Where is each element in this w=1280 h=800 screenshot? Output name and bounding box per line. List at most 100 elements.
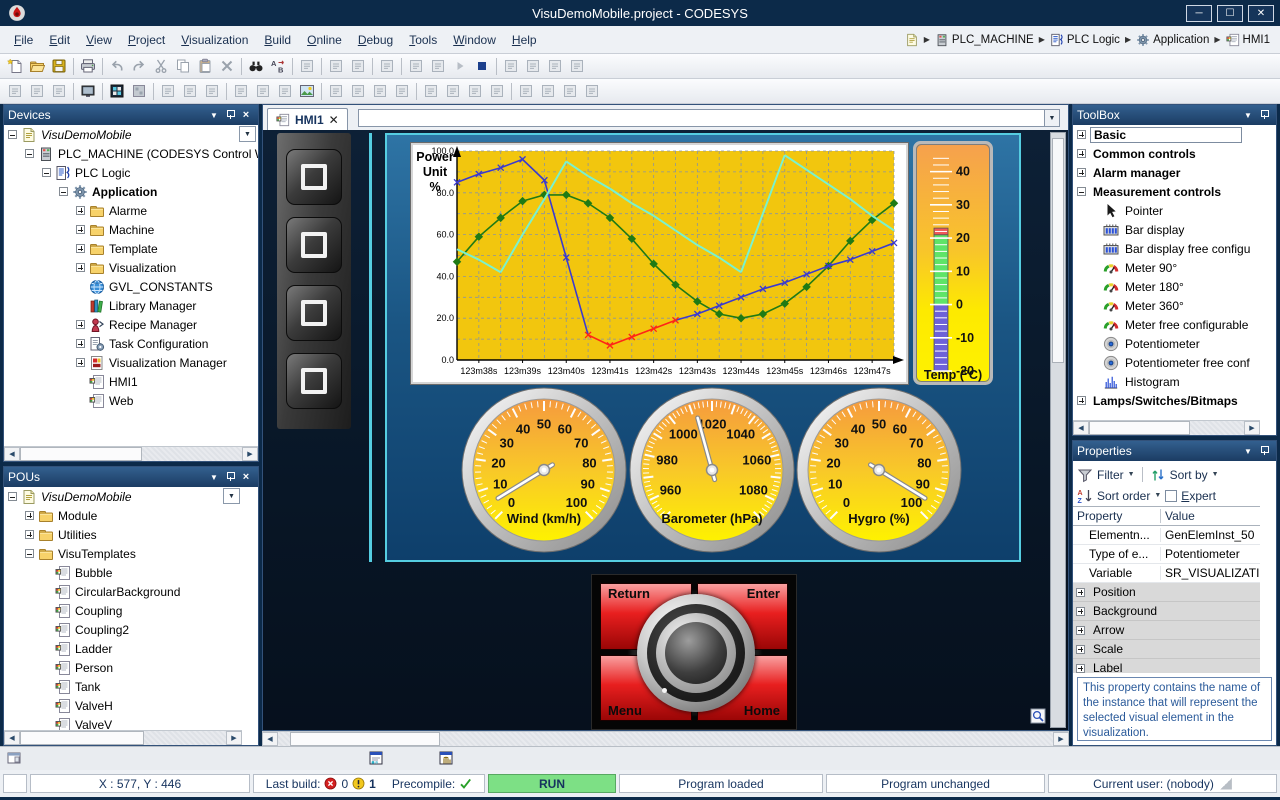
combo-dropdown-icon[interactable]: ▼: [1044, 110, 1059, 126]
phone-side-button-4[interactable]: [286, 353, 342, 409]
indent-right-icon[interactable]: [544, 56, 566, 77]
tree-item-valveh[interactable]: ValveH: [4, 696, 242, 715]
properties-column-headers[interactable]: Property Value: [1073, 506, 1260, 526]
menu-item-build[interactable]: Build: [256, 31, 299, 49]
align-top-icon[interactable]: [230, 81, 252, 102]
expand-icon[interactable]: [76, 244, 85, 253]
indent-icon[interactable]: [500, 56, 522, 77]
align-right-icon[interactable]: [201, 81, 223, 102]
devices-pin-icon[interactable]: [222, 108, 238, 122]
menu-item-help[interactable]: Help: [504, 31, 545, 49]
tree-item-web[interactable]: Web: [4, 391, 258, 410]
open-icon[interactable]: [26, 56, 48, 77]
size-w-icon[interactable]: [420, 81, 442, 102]
size-both-icon[interactable]: [464, 81, 486, 102]
screen-icon[interactable]: [77, 81, 99, 102]
menu-item-file[interactable]: File: [6, 31, 41, 49]
property-row-variable[interactable]: VariableSR_VISUALIZATI...: [1073, 564, 1260, 583]
menu-item-project[interactable]: Project: [120, 31, 173, 49]
value-column-header[interactable]: Value: [1161, 509, 1260, 523]
toolbox-dropdown-icon[interactable]: ▼: [1240, 108, 1256, 122]
menu-item-debug[interactable]: Debug: [350, 31, 401, 49]
new-file-icon[interactable]: [4, 56, 26, 77]
logout-icon[interactable]: [427, 56, 449, 77]
toolbox-item-pointer[interactable]: Pointer: [1073, 201, 1260, 220]
expand-icon[interactable]: [1076, 607, 1085, 616]
expand-icon[interactable]: [1076, 588, 1085, 597]
property-value[interactable]: GenElemInst_50: [1161, 528, 1260, 542]
expand-icon[interactable]: [76, 206, 85, 215]
visu-dialog-icon[interactable]: [368, 750, 384, 766]
visu-hand-icon[interactable]: [438, 750, 454, 766]
properties-pin-icon[interactable]: [1256, 444, 1272, 458]
toolbox-pin-icon[interactable]: [1256, 108, 1272, 122]
outdent-icon[interactable]: [522, 56, 544, 77]
wind-gauge[interactable]: 0102030405060708090100Wind (km/h): [459, 387, 629, 557]
zoom-icon[interactable]: [26, 81, 48, 102]
size-x-icon[interactable]: [486, 81, 508, 102]
hygro-gauge[interactable]: 0102030405060708090100Hygro (%): [794, 387, 964, 557]
toolbox-item-meter-180-[interactable]: Meter 180°: [1073, 277, 1260, 296]
tree-item-utilities[interactable]: Utilities: [4, 525, 242, 544]
breadcrumb-item[interactable]: [905, 33, 919, 47]
tree-item-ladder[interactable]: Ladder: [4, 639, 242, 658]
expand-icon[interactable]: [1077, 168, 1086, 177]
replace-icon[interactable]: AB: [267, 56, 289, 77]
expand-icon[interactable]: [1077, 130, 1086, 139]
breadcrumb-item[interactable]: PLC_MACHINE: [935, 33, 1034, 47]
tree-item-bubble[interactable]: Bubble: [4, 563, 242, 582]
phone-side-button-1[interactable]: [286, 149, 342, 205]
expand-icon[interactable]: [76, 339, 85, 348]
menu-item-visualization[interactable]: Visualization: [173, 31, 256, 49]
align-middle-icon[interactable]: [252, 81, 274, 102]
temperature-bar-display[interactable]: 403020100-10-20Temp (°C): [913, 141, 993, 385]
menu-item-tools[interactable]: Tools: [401, 31, 445, 49]
toolbox-group-lamps-switches-bitmaps[interactable]: Lamps/Switches/Bitmaps: [1073, 391, 1260, 410]
menu-item-edit[interactable]: Edit: [41, 31, 78, 49]
collapse-icon[interactable]: [8, 130, 17, 139]
property-row-type-of-e[interactable]: Type of e...Potentiometer: [1073, 545, 1260, 564]
background-icon[interactable]: [581, 81, 603, 102]
expand-icon[interactable]: [76, 263, 85, 272]
collapse-icon[interactable]: [42, 168, 51, 177]
find-icon[interactable]: [245, 56, 267, 77]
properties-dropdown-icon[interactable]: ▼: [1240, 444, 1256, 458]
toolbox-item-meter-90-[interactable]: Meter 90°: [1073, 258, 1260, 277]
devices-hscrollbar[interactable]: ◀ ▶: [4, 446, 258, 461]
property-row-elementn[interactable]: Elementn...GenElemInst_50: [1073, 526, 1260, 545]
space-h-icon[interactable]: [325, 81, 347, 102]
table-icon[interactable]: [48, 81, 70, 102]
trend-chart[interactable]: 0.020.040.060.080.0100.0123m38s123m39s12…: [411, 143, 908, 384]
space-v2-icon[interactable]: [391, 81, 413, 102]
canvas-hscrollbar[interactable]: ◀ ▶: [262, 731, 1069, 746]
tree-dropdown-icon[interactable]: ▼: [223, 488, 240, 504]
close-button[interactable]: ✕: [1248, 5, 1274, 22]
space-v-icon[interactable]: [369, 81, 391, 102]
toolbox-item-bar-display[interactable]: Bar display: [1073, 220, 1260, 239]
toolbox-item-potentiometer-free-conf[interactable]: Potentiometer free conf: [1073, 353, 1260, 372]
pous-dropdown-icon[interactable]: ▼: [206, 470, 222, 484]
tree-item-valvev[interactable]: ValveV: [4, 715, 242, 730]
property-row-label[interactable]: Label: [1073, 659, 1260, 673]
pous-pin-icon[interactable]: [222, 470, 238, 484]
group-icon[interactable]: [515, 81, 537, 102]
module2-icon[interactable]: [128, 81, 150, 102]
tree-item-task-configuration[interactable]: Task Configuration: [4, 334, 258, 353]
tree-item-plc-machine-codesys-control-win[interactable]: PLC_MACHINE (CODESYS Control Win: [4, 144, 258, 163]
expand-icon[interactable]: [1076, 664, 1085, 673]
docked-window-icon[interactable]: [6, 750, 22, 766]
barometer-gauge[interactable]: 96098010001020104010601080Barometer (hPa…: [627, 387, 797, 557]
collapse-icon[interactable]: [25, 549, 34, 558]
visualization-dialog-combo[interactable]: ▼: [358, 109, 1060, 127]
align-left-icon[interactable]: [157, 81, 179, 102]
expand-icon[interactable]: [1077, 149, 1086, 158]
ungroup-icon[interactable]: [537, 81, 559, 102]
paste-special-icon[interactable]: [296, 56, 318, 77]
knob-control[interactable]: ReturnEnterMenuHome: [591, 574, 797, 730]
tree-item-coupling[interactable]: Coupling: [4, 601, 242, 620]
toolbox-item-bar-display-free-configu[interactable]: Bar display free configu: [1073, 239, 1260, 258]
minimize-button[interactable]: ─: [1186, 5, 1212, 22]
toolbox-item-potentiometer[interactable]: Potentiometer: [1073, 334, 1260, 353]
expand-icon[interactable]: [1076, 645, 1085, 654]
tree-dropdown-icon[interactable]: ▼: [239, 126, 256, 142]
